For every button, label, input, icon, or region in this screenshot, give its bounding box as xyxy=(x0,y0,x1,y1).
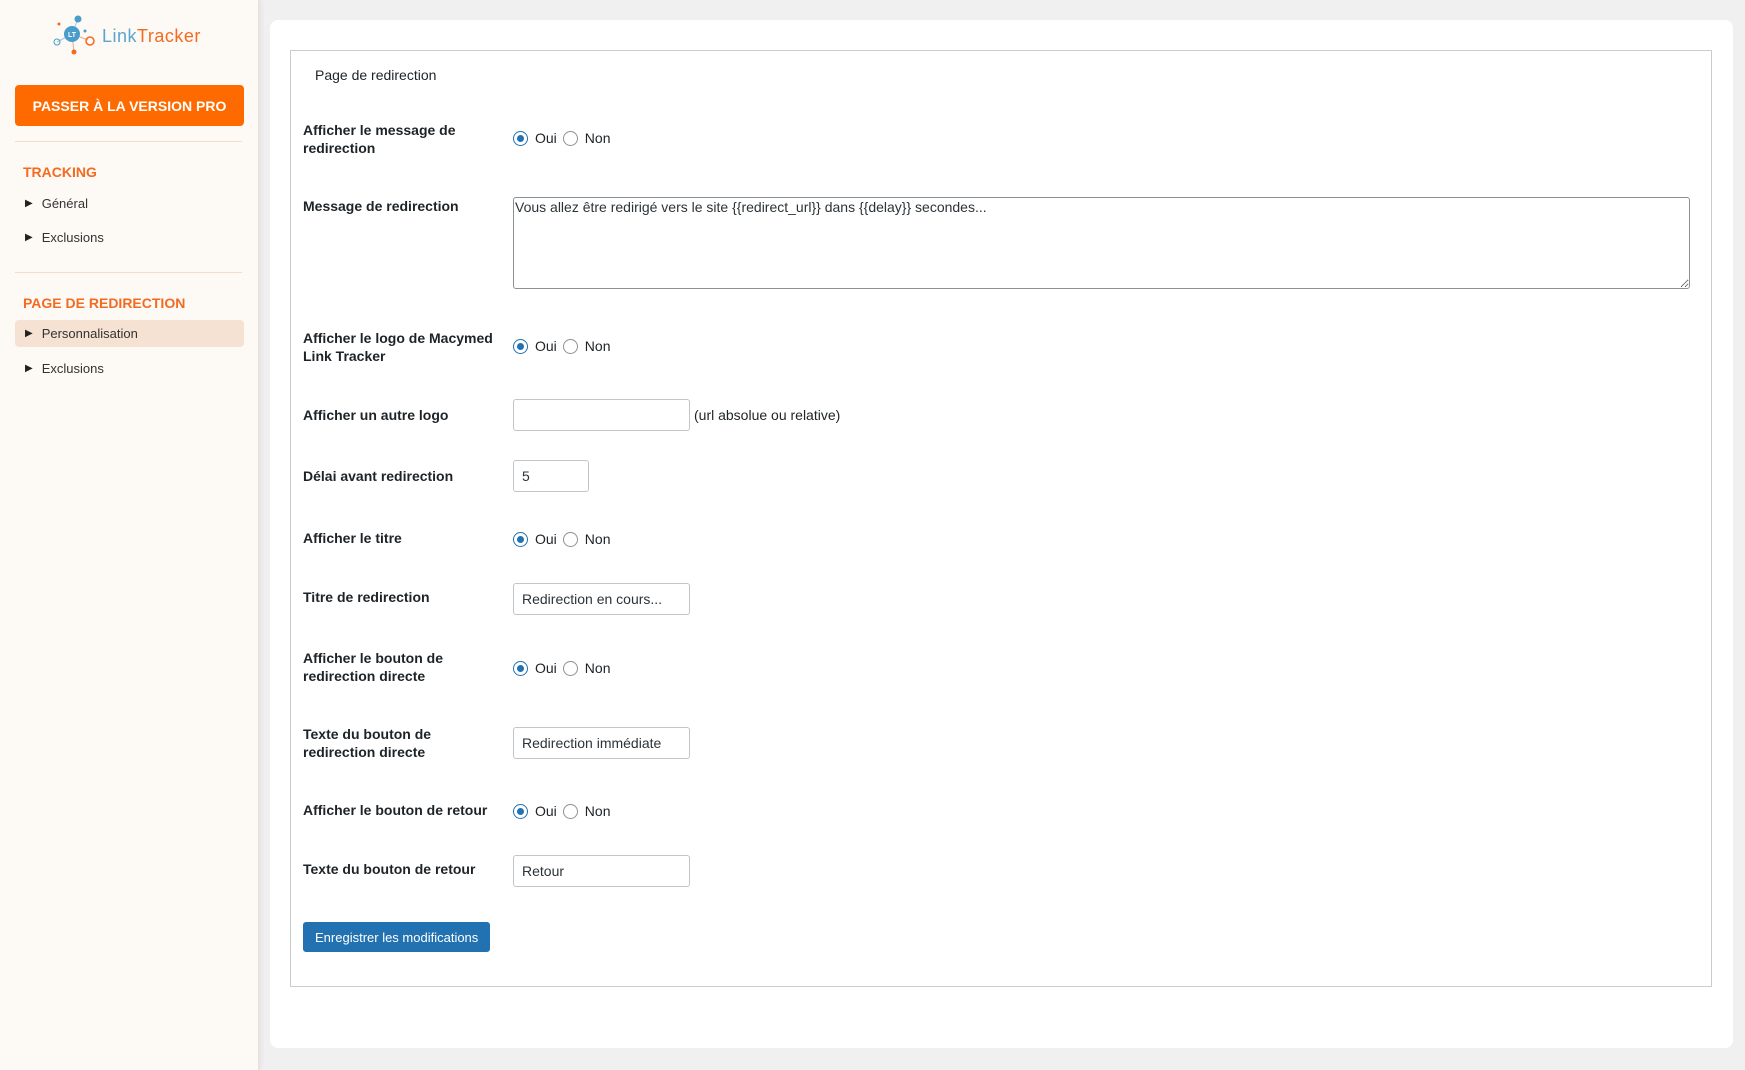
show-logo-yes-radio[interactable] xyxy=(513,338,528,354)
sidebar-item-tracking-exclusions[interactable]: ▶ Exclusions xyxy=(15,224,244,251)
back-text-label: Texte du bouton de retour xyxy=(303,861,476,877)
title-label: Titre de redirection xyxy=(303,589,430,605)
caret-right-icon: ▶ xyxy=(25,363,33,374)
show-back-label: Afficher le bouton de retour xyxy=(303,802,488,818)
other-logo-label: Afficher un autre logo xyxy=(303,407,449,423)
show-message-yes-radio[interactable] xyxy=(513,130,528,146)
radio-label: Oui xyxy=(535,660,557,676)
show-title-radio-group: Oui Non xyxy=(513,531,610,547)
show-message-label: Afficher le message de redirection xyxy=(303,122,456,156)
logo-text: LinkTracker xyxy=(102,26,201,47)
caret-right-icon: ▶ xyxy=(25,232,33,243)
fieldset-legend: Page de redirection xyxy=(315,67,437,83)
sidebar: LT LinkTracker PASSER À LA VERSION PRO T… xyxy=(0,0,259,1070)
divider xyxy=(15,141,242,142)
radio-label: Non xyxy=(584,338,611,354)
show-title-label: Afficher le titre xyxy=(303,530,402,546)
show-title-yes-radio[interactable] xyxy=(513,531,528,547)
radio-label: Oui xyxy=(535,338,557,354)
show-message-no-radio[interactable] xyxy=(562,130,578,146)
sidebar-item-personnalisation[interactable]: ▶ Personnalisation xyxy=(15,320,244,347)
caret-right-icon: ▶ xyxy=(25,198,33,209)
show-direct-no-radio[interactable] xyxy=(562,660,578,676)
show-logo-radio-group: Oui Non xyxy=(513,338,610,354)
divider xyxy=(15,272,242,273)
radio-label: Non xyxy=(584,660,611,676)
show-back-yes-radio[interactable] xyxy=(513,803,528,819)
delay-label: Délai avant redirection xyxy=(303,468,454,484)
radio-label: Non xyxy=(584,130,611,146)
sidebar-item-redirection-exclusions[interactable]: ▶ Exclusions xyxy=(15,355,244,382)
show-title-no-radio[interactable] xyxy=(562,531,578,547)
direct-text-input[interactable] xyxy=(513,727,690,759)
upgrade-pro-button[interactable]: PASSER À LA VERSION PRO xyxy=(15,85,244,126)
other-logo-hint: (url absolue ou relative) xyxy=(694,407,841,423)
logo[interactable]: LT LinkTracker xyxy=(52,14,201,58)
show-direct-label: Afficher le bouton de redirection direct… xyxy=(303,650,443,684)
show-direct-radio-group: Oui Non xyxy=(513,660,610,676)
save-button[interactable]: Enregistrer les modifications xyxy=(303,922,491,952)
sidebar-item-label: Général xyxy=(41,196,88,211)
other-logo-input[interactable] xyxy=(513,399,690,431)
show-logo-label: Afficher le logo de Macymed Link Tracker xyxy=(303,330,493,364)
link-tracker-logo-icon: LT xyxy=(53,15,95,55)
section-title-redirection: PAGE DE REDIRECTION xyxy=(23,295,186,311)
back-text-input[interactable] xyxy=(513,855,690,887)
delay-input[interactable] xyxy=(513,460,589,492)
svg-text:LT: LT xyxy=(68,32,77,39)
radio-label: Oui xyxy=(535,130,557,146)
title-input[interactable] xyxy=(513,583,690,615)
show-back-no-radio[interactable] xyxy=(562,803,578,819)
radio-label: Oui xyxy=(535,531,557,547)
settings-card: Page de redirection Afficher le message … xyxy=(270,20,1733,1048)
show-logo-no-radio[interactable] xyxy=(562,338,578,354)
sidebar-item-label: Exclusions xyxy=(41,361,104,376)
show-direct-yes-radio[interactable] xyxy=(513,660,528,676)
logo-text-link: Link xyxy=(102,25,138,46)
radio-label: Non xyxy=(584,531,611,547)
caret-right-icon: ▶ xyxy=(25,328,33,339)
sidebar-item-label: Exclusions xyxy=(41,230,104,245)
show-back-radio-group: Oui Non xyxy=(513,803,610,819)
other-logo-control: (url absolue ou relative) xyxy=(513,399,840,431)
message-label: Message de redirection xyxy=(303,198,459,214)
radio-label: Non xyxy=(584,803,611,819)
sidebar-item-label: Personnalisation xyxy=(41,326,138,341)
message-textarea[interactable]: Vous allez être redirigé vers le site {{… xyxy=(513,197,1690,289)
radio-label: Oui xyxy=(535,803,557,819)
section-title-tracking: TRACKING xyxy=(23,164,97,180)
logo-text-tracker: Tracker xyxy=(137,25,201,46)
show-message-radio-group: Oui Non xyxy=(513,130,610,146)
redirection-fieldset: Page de redirection Afficher le message … xyxy=(290,50,1712,987)
sidebar-item-general[interactable]: ▶ Général xyxy=(15,190,244,217)
direct-text-label: Texte du bouton de redirection directe xyxy=(303,726,432,760)
